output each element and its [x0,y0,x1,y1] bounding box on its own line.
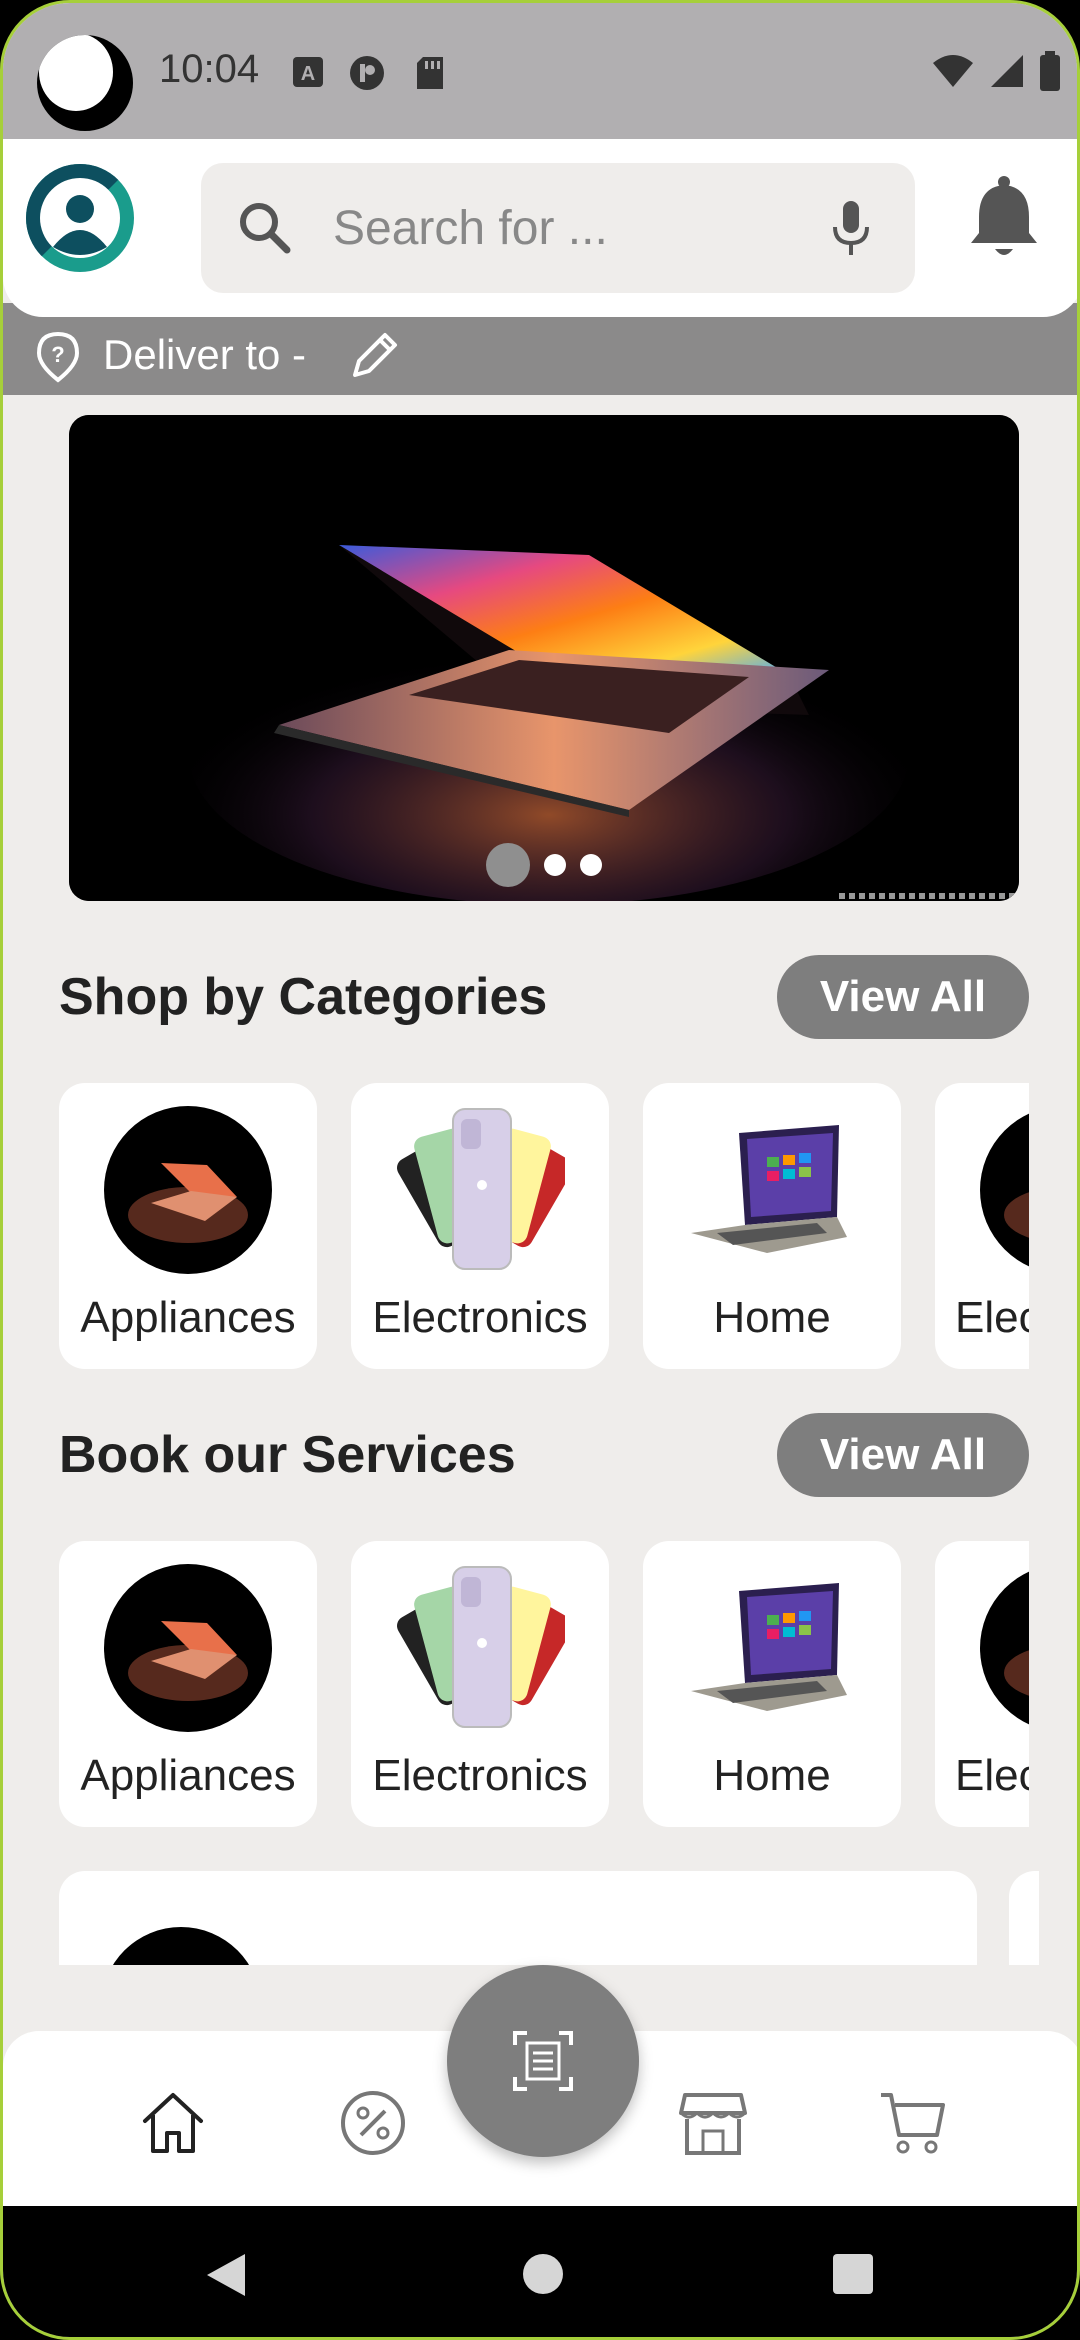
carousel-dot[interactable] [544,854,566,876]
scan-fab-button[interactable] [447,1965,639,2157]
edit-pencil-icon[interactable] [349,329,401,381]
service-label: Electronics [372,1751,588,1800]
laptop-image [691,1125,847,1253]
store-icon[interactable] [679,2089,747,2157]
laptop-circle-image [104,1564,272,1732]
profile-avatar-icon[interactable] [25,163,135,273]
carousel-dot[interactable] [580,854,602,876]
system-navigation-bar [3,2206,1077,2337]
svg-text:A: A [301,63,315,85]
service-card-partial[interactable]: Elec [935,1541,1029,1827]
home-button-icon[interactable] [523,2254,563,2294]
back-icon[interactable] [205,2252,249,2298]
home-icon[interactable] [139,2089,207,2157]
app-header [3,139,1077,317]
category-label: Appliances [80,1293,296,1342]
category-card-partial[interactable]: Elec [935,1083,1029,1369]
phones-image [397,1566,565,1728]
camera-cutout [37,35,133,131]
sd-card-icon [417,57,443,89]
service-card-electronics[interactable]: Electronics [351,1541,609,1827]
category-card-appliances[interactable]: Appliances [59,1083,317,1369]
category-label: Home [713,1293,831,1342]
category-card-home[interactable]: Home [643,1083,901,1369]
service-label: Elec [955,1751,1029,1800]
signal-icon [991,55,1023,87]
service-card-home[interactable]: Home [643,1541,901,1827]
service-label: Home [713,1751,831,1800]
laptop-image [691,1583,847,1711]
offers-icon[interactable] [339,2089,407,2157]
wifi-icon [933,55,973,87]
banner-laptop-image [69,415,1019,901]
recent-apps-icon[interactable] [833,2254,873,2294]
carousel-dot-active[interactable] [486,843,530,887]
services-row: Appliances Electronics Home Ele [59,1541,1029,1831]
next-section-card-partial[interactable] [1009,1871,1039,1971]
category-label: Elec [955,1293,1029,1342]
battery-icon [1040,51,1060,91]
services-view-all-button[interactable]: View All [777,1413,1029,1497]
category-card-electronics[interactable]: Electronics [351,1083,609,1369]
phone-screen: 10:04 A Search for ... ? Deliver to - Sh… [0,0,1080,2340]
search-bar[interactable] [201,163,915,293]
status-bar: 10:04 A [3,3,1077,139]
status-time: 10:04 [159,47,260,91]
app-notification-icon [350,56,384,90]
svg-text:?: ? [51,342,64,367]
categories-view-all-button[interactable]: View All [777,955,1029,1039]
phones-image [397,1108,565,1270]
service-label: Appliances [80,1751,296,1800]
service-card-appliances[interactable]: Appliances [59,1541,317,1827]
carousel-dots [69,843,1019,887]
promo-banner-carousel[interactable] [69,415,1019,901]
search-input[interactable] [333,193,813,263]
categories-title: Shop by Categories [59,968,548,1026]
laptop-circle-image [104,1106,272,1274]
laptop-circle-image [980,1571,1029,1725]
category-label: Electronics [372,1293,588,1342]
scan-icon [513,2031,573,2091]
microphone-icon[interactable] [831,199,871,259]
deliver-to-label: Deliver to - [103,331,307,378]
search-icon[interactable] [237,200,293,256]
keyboard-notification-icon: A [293,57,323,87]
laptop-circle-image [980,1113,1029,1267]
watermark [839,893,1015,899]
notification-bell-icon[interactable] [969,175,1039,261]
services-title: Book our Services [59,1426,516,1484]
categories-row: Appliances Electronics Home Ele [59,1083,1029,1373]
location-pin-icon: ? [36,331,80,383]
cart-icon[interactable] [879,2089,947,2157]
